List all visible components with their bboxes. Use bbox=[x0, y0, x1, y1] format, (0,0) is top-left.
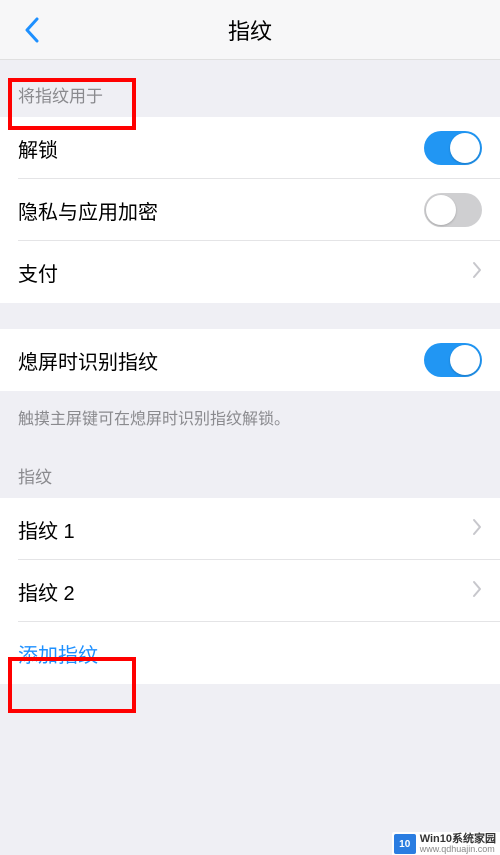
row-label: 添加指纹 bbox=[18, 639, 98, 668]
toggle-screenoff[interactable] bbox=[424, 343, 482, 377]
navbar: 指纹 bbox=[0, 0, 500, 60]
toggle-unlock[interactable] bbox=[424, 131, 482, 165]
row-label: 解锁 bbox=[18, 134, 58, 163]
page-title: 指纹 bbox=[0, 14, 500, 46]
section-header-usage: 将指纹用于 bbox=[0, 60, 500, 117]
hint-text: 触摸主屏键可在熄屏时识别指纹解锁。 bbox=[0, 391, 500, 447]
row-fingerprint-1[interactable]: 指纹 1 bbox=[0, 498, 500, 560]
chevron-right-icon bbox=[472, 580, 482, 603]
row-label: 支付 bbox=[18, 258, 58, 287]
watermark-url: www.qdhuajin.com bbox=[420, 845, 496, 854]
toggle-privacy[interactable] bbox=[424, 193, 482, 227]
watermark: 10 Win10系统家园 www.qdhuajin.com bbox=[392, 832, 500, 855]
row-payment[interactable]: 支付 bbox=[0, 241, 500, 303]
row-unlock[interactable]: 解锁 bbox=[0, 117, 500, 179]
row-label: 指纹 2 bbox=[18, 577, 75, 606]
list-fingerprints: 指纹 1 指纹 2 添加指纹 bbox=[0, 498, 500, 684]
chevron-right-icon bbox=[472, 261, 482, 284]
row-privacy-encrypt[interactable]: 隐私与应用加密 bbox=[0, 179, 500, 241]
row-label: 熄屏时识别指纹 bbox=[18, 346, 158, 375]
row-label: 隐私与应用加密 bbox=[18, 196, 158, 225]
list-usage: 解锁 隐私与应用加密 支付 bbox=[0, 117, 500, 303]
row-label: 指纹 1 bbox=[18, 515, 75, 544]
watermark-logo: 10 bbox=[394, 834, 416, 854]
list-screenoff: 熄屏时识别指纹 bbox=[0, 329, 500, 391]
back-button[interactable] bbox=[12, 10, 52, 50]
row-fingerprint-2[interactable]: 指纹 2 bbox=[0, 560, 500, 622]
row-add-fingerprint[interactable]: 添加指纹 bbox=[0, 622, 500, 684]
section-header-fingerprints: 指纹 bbox=[0, 447, 500, 498]
row-screenoff-fingerprint[interactable]: 熄屏时识别指纹 bbox=[0, 329, 500, 391]
chevron-left-icon bbox=[24, 17, 40, 43]
chevron-right-icon bbox=[472, 518, 482, 541]
